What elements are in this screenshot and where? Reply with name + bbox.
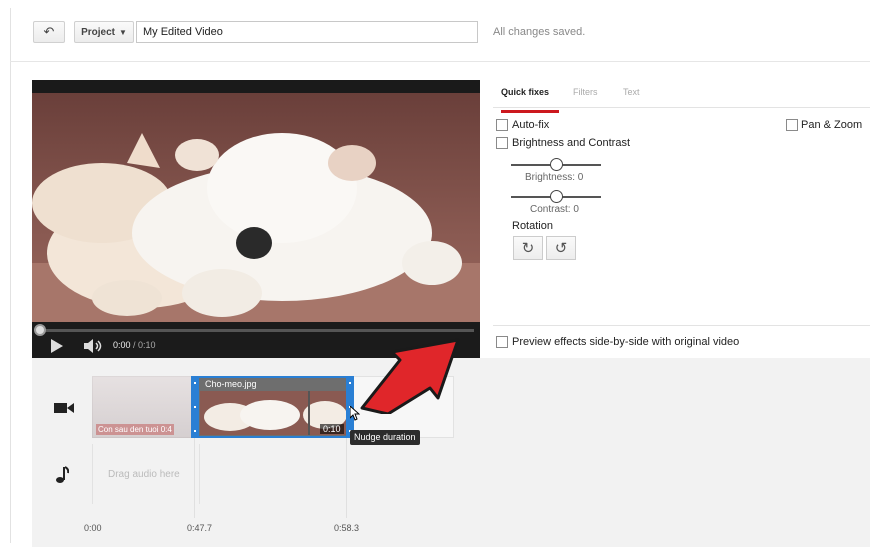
autofix-label: Auto-fix xyxy=(512,119,550,131)
grip-dot xyxy=(194,430,196,432)
seek-bar[interactable] xyxy=(38,329,474,332)
total-time: 0:10 xyxy=(138,340,156,350)
ruler-label-end: 0:58.3 xyxy=(334,523,360,533)
contrast-label: Contrast: 0 xyxy=(530,204,579,215)
brightness-label: Brightness: 0 xyxy=(525,172,584,183)
previous-clip-name: Con sau den tuoi xyxy=(98,425,159,434)
audio-drop-label: Drag audio here xyxy=(108,469,180,480)
tab-quick-fixes-label: Quick fixes xyxy=(501,87,550,97)
video-preview[interactable] xyxy=(32,80,480,358)
play-icon[interactable] xyxy=(51,339,63,353)
brightness-contrast-label: Brightness and Contrast xyxy=(512,137,631,149)
autofix-checkbox[interactable] xyxy=(496,119,508,131)
brightness-contrast-checkbox[interactable] xyxy=(496,137,508,149)
chevron-down-icon: ▼ xyxy=(118,27,127,37)
brightness-slider-thumb[interactable] xyxy=(550,158,563,171)
editor-toolbar: ↶ Project ▼ All changes saved. xyxy=(0,0,870,64)
volume-icon[interactable] xyxy=(84,339,104,353)
tab-filters[interactable]: Filters xyxy=(573,87,598,108)
rotate-counterclockwise-button[interactable]: ↺ xyxy=(546,236,576,260)
grip-dot xyxy=(194,406,196,408)
rotate-clockwise-icon: ↻ xyxy=(521,240,535,257)
timeline-marker xyxy=(346,438,347,518)
left-divider xyxy=(10,8,11,543)
mouse-cursor-icon xyxy=(350,406,360,421)
undo-button[interactable]: ↶ xyxy=(33,21,65,43)
time-readout: 0:00 / 0:10 xyxy=(113,340,156,350)
panel-divider xyxy=(493,325,870,326)
contrast-slider-thumb[interactable] xyxy=(550,190,563,203)
preview-side-by-side-label: Preview effects side-by-side with origin… xyxy=(512,336,740,348)
seek-handle[interactable] xyxy=(34,324,46,336)
video-editor-window: ↶ Project ▼ All changes saved. xyxy=(0,0,870,547)
pan-zoom-checkbox[interactable] xyxy=(786,119,798,131)
rotation-label: Rotation xyxy=(512,220,553,232)
clip-trim-handle-left[interactable] xyxy=(191,376,199,438)
tab-text[interactable]: Text xyxy=(623,87,640,108)
rotate-counterclockwise-icon: ↺ xyxy=(554,240,568,257)
previous-clip-duration: 0:4 xyxy=(160,425,172,434)
annotation-arrow-icon xyxy=(360,338,460,414)
active-tab-indicator xyxy=(501,110,559,113)
project-title-input[interactable] xyxy=(136,21,478,43)
video-camera-icon xyxy=(54,403,74,413)
pan-zoom-label: Pan & Zoom xyxy=(801,119,863,131)
grip-dot xyxy=(349,382,351,384)
ruler-label-mid: 0:47.7 xyxy=(187,523,213,533)
save-status: All changes saved. xyxy=(493,26,586,38)
effects-tabs: Quick fixes Filters Text xyxy=(493,82,870,113)
previous-clip-label: Con sau den tuoi 0:4 xyxy=(96,424,174,435)
toolbar-divider xyxy=(10,61,870,62)
music-note-icon xyxy=(56,466,69,483)
project-menu-label: Project xyxy=(81,26,115,38)
grip-dot xyxy=(194,382,196,384)
time-separator: / xyxy=(130,340,139,350)
tab-quick-fixes[interactable]: Quick fixes xyxy=(501,87,559,113)
project-menu-button[interactable]: Project ▼ xyxy=(74,21,134,43)
preview-side-by-side-checkbox[interactable] xyxy=(496,336,508,348)
ruler-label-start: 0:00 xyxy=(84,523,102,533)
timeline-marker xyxy=(194,438,195,518)
clip-duration: 0:10 xyxy=(320,424,344,434)
rotate-clockwise-button[interactable]: ↻ xyxy=(513,236,543,260)
clip-name: Cho-meo.jpg xyxy=(205,379,257,389)
current-time: 0:00 xyxy=(113,340,131,350)
undo-arrow-icon: ↶ xyxy=(43,24,55,39)
nudge-duration-tooltip: Nudge duration xyxy=(350,430,420,445)
video-still xyxy=(32,93,480,333)
